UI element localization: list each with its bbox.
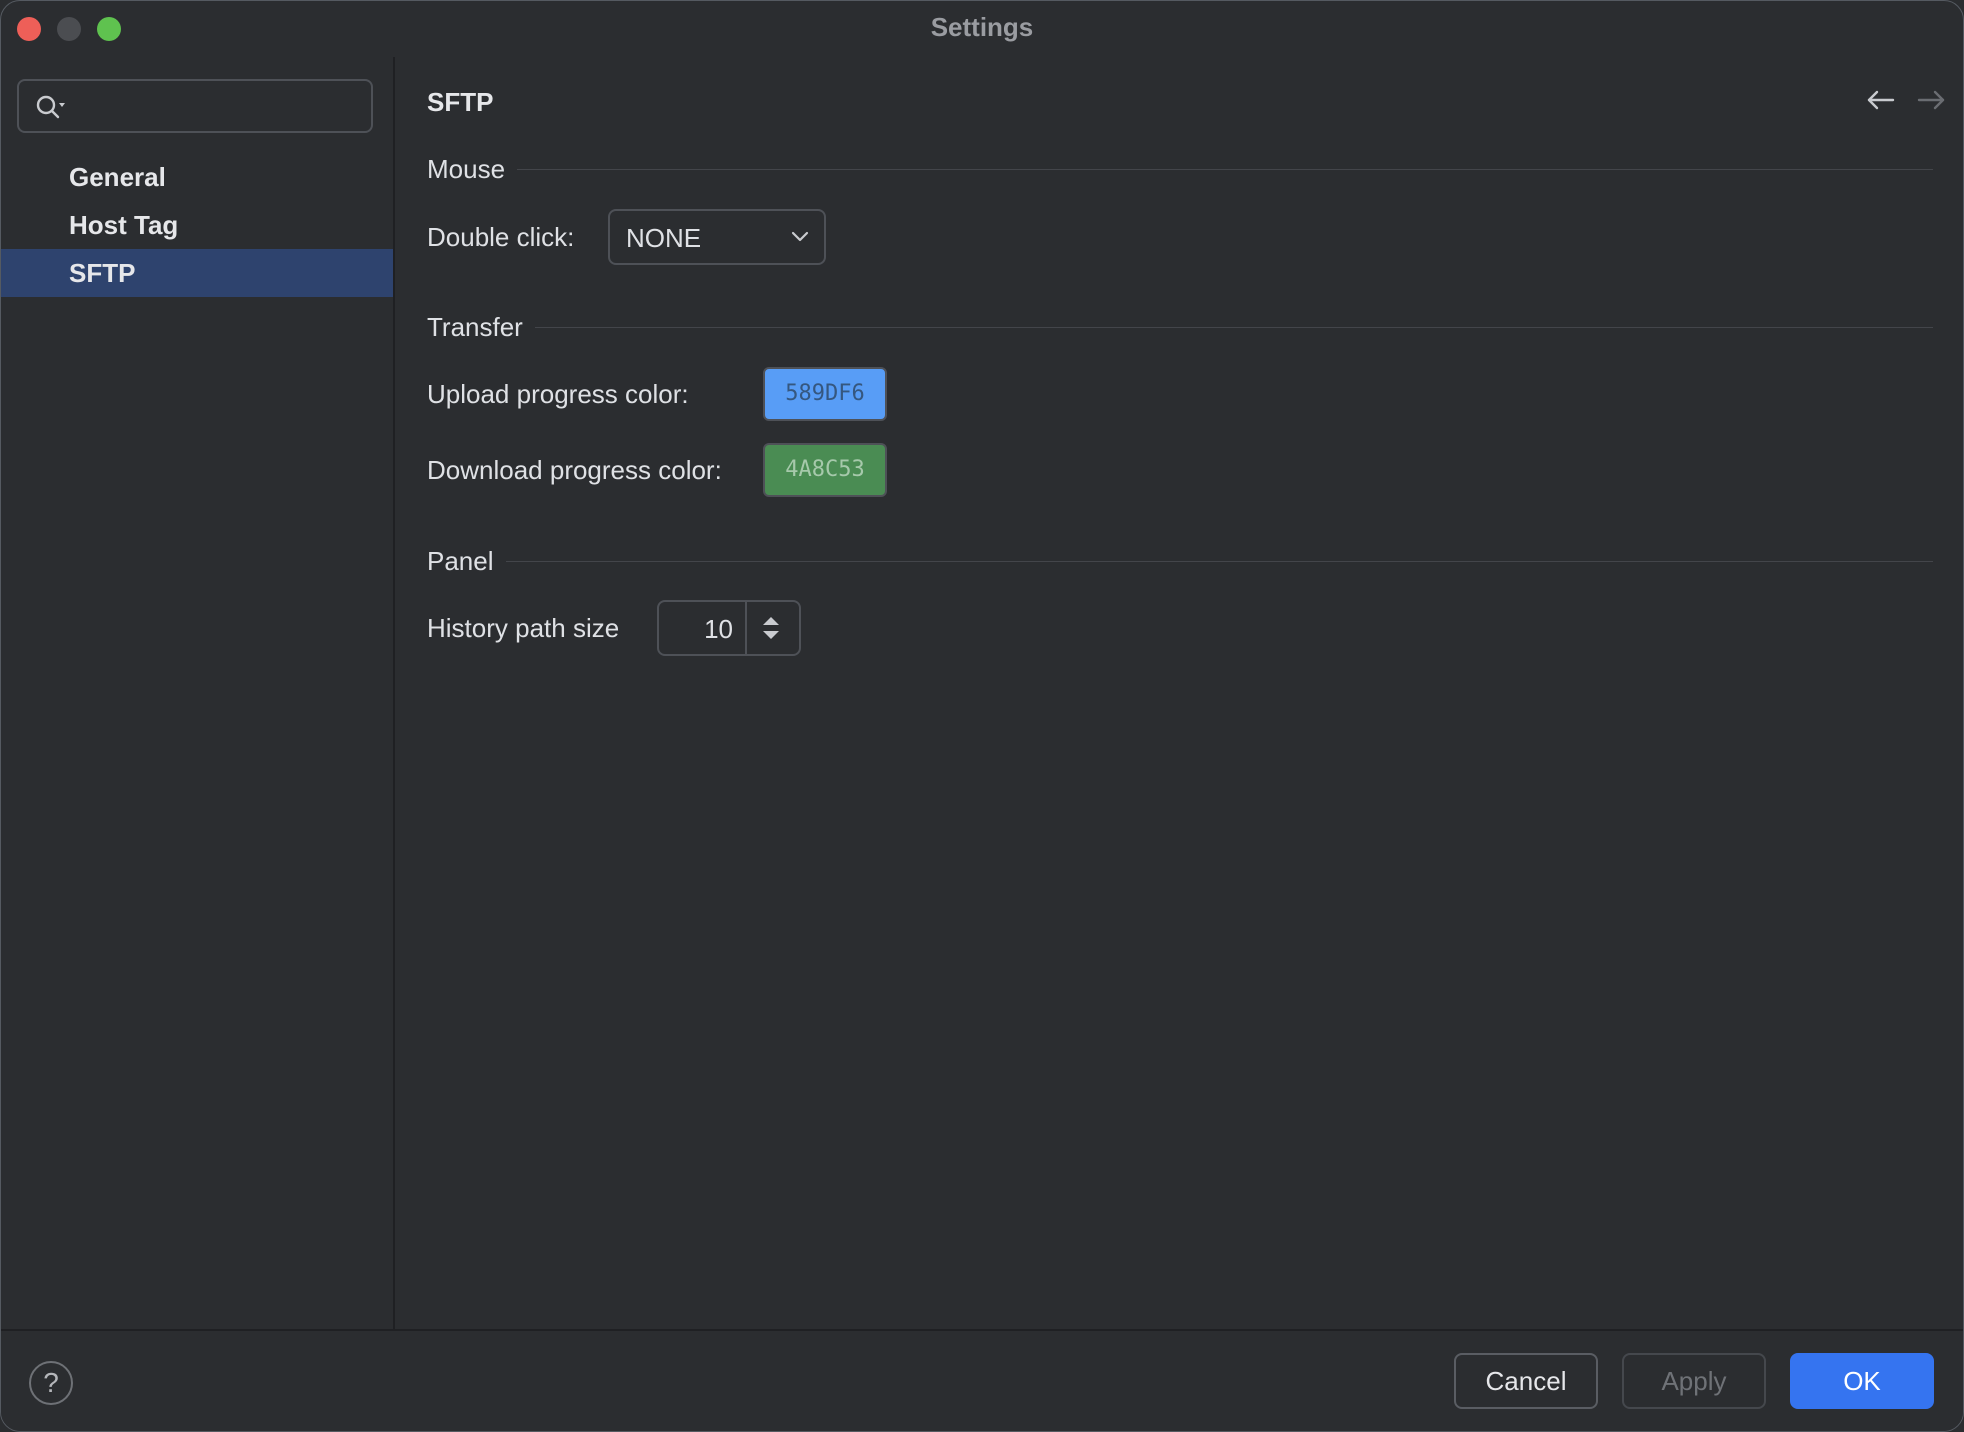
history-path-size-label: History path size [427,613,620,643]
cancel-button[interactable]: Cancel [1454,1353,1598,1409]
section-divider [505,560,1933,562]
double-click-label: Double click: [427,222,575,252]
section-transfer-label: Transfer [427,311,523,342]
section-mouse: Mouse [427,153,1933,185]
page-title: SFTP [427,87,494,117]
section-panel-label: Panel [427,545,494,576]
dialog-footer: ? Cancel Apply OK [1,1329,1963,1431]
back-arrow-icon[interactable] [1865,87,1897,113]
double-click-dropdown[interactable]: NONE [608,209,826,265]
section-divider [517,168,1933,170]
upload-color-swatch[interactable]: 589DF6 [763,367,887,421]
stepper-arrows-icon[interactable] [759,612,783,644]
ok-button[interactable]: OK [1790,1353,1934,1409]
sidebar: General Host Tag SFTP [1,57,395,1329]
help-button[interactable]: ? [29,1361,73,1405]
settings-window: Settings General Host Tag SFTP SFTP Mous… [0,0,1964,1432]
sidebar-item-host-tag[interactable]: Host Tag [1,201,393,249]
download-color-swatch[interactable]: 4A8C53 [763,443,887,497]
history-path-size-value: 10 [704,614,733,644]
apply-button[interactable]: Apply [1622,1353,1766,1409]
window-title: Settings [930,12,1034,42]
section-divider [534,326,1933,328]
stepper-divider [745,602,747,654]
download-color-label: Download progress color: [427,455,722,485]
section-transfer: Transfer [427,311,1933,343]
title-bar: Settings [1,1,1963,57]
section-mouse-label: Mouse [427,153,506,184]
upload-color-label: Upload progress color: [427,379,689,409]
settings-content: SFTP Mouse Double click: NONE Transfer U… [395,57,1963,1329]
search-input[interactable] [17,79,373,133]
forward-arrow-icon[interactable] [1915,87,1947,113]
sidebar-item-general[interactable]: General [1,153,393,201]
history-path-size-stepper[interactable]: 10 [657,600,801,656]
section-panel: Panel [427,545,1933,577]
chevron-down-icon [791,231,809,242]
double-click-value: NONE [626,223,702,253]
search-icon [36,95,65,119]
sidebar-item-sftp[interactable]: SFTP [1,249,393,297]
